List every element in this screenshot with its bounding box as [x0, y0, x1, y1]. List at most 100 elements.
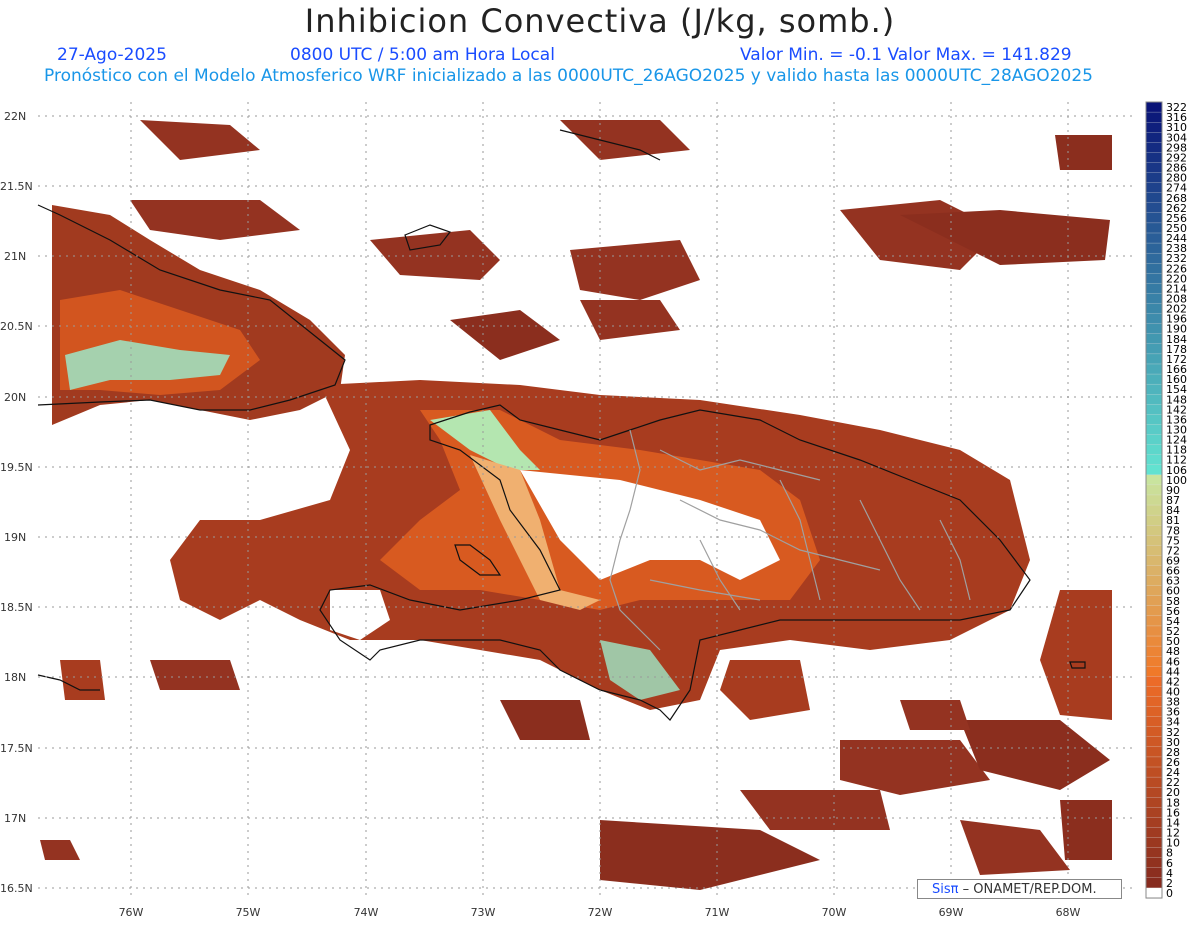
colorbar-swatch [1145, 273, 1163, 285]
colorbar-swatch [1145, 847, 1163, 859]
lon-label: 68W [1056, 906, 1081, 919]
colorbar-swatch [1145, 323, 1163, 335]
lon-label: 69W [939, 906, 964, 919]
lat-label: 17.5N [0, 742, 33, 755]
lat-label: 17N [4, 812, 26, 825]
colorbar-swatch [1145, 192, 1163, 204]
colorbar-swatch [1145, 222, 1163, 234]
lat-label: 21.5N [0, 180, 33, 193]
colorbar-label: 0 [1166, 887, 1173, 900]
colorbar-swatch [1145, 232, 1163, 244]
colorbar-swatch [1145, 162, 1163, 174]
credit-box: Sisπ – ONAMET/REP.DOM. [917, 879, 1122, 899]
colorbar-swatch [1145, 182, 1163, 194]
credit-brand: Sisπ [932, 882, 959, 897]
colorbar-swatch [1145, 877, 1163, 889]
colorbar-swatch [1145, 645, 1163, 657]
colorbar-swatch [1145, 293, 1163, 305]
colorbar-swatch [1145, 797, 1163, 808]
credit-text: – ONAMET/REP.DOM. [958, 882, 1097, 897]
colorbar-swatch [1145, 726, 1163, 738]
colorbar-swatch [1145, 565, 1163, 577]
map-canvas: 22N 21.5N 21N 20.5N 20N 19.5N 19N 18.5N … [0, 101, 1187, 919]
colorbar-swatch [1145, 414, 1163, 426]
colorbar-swatch [1145, 283, 1163, 295]
colorbar-swatch [1145, 514, 1163, 526]
colorbar-swatch [1145, 363, 1163, 375]
lat-label: 22N [4, 110, 26, 123]
colorbar-swatch [1145, 263, 1163, 274]
lon-label: 72W [588, 906, 613, 919]
colorbar-swatch [1145, 837, 1163, 849]
lat-label: 19.5N [0, 461, 33, 474]
colorbar-swatch [1145, 776, 1163, 788]
lon-label: 71W [705, 906, 730, 919]
colorbar-swatch [1145, 787, 1163, 798]
lon-label: 73W [471, 906, 496, 919]
lat-label: 18N [4, 671, 26, 684]
colorbar-swatch [1145, 676, 1163, 688]
colorbar-swatch [1145, 383, 1163, 395]
colorbar-swatch [1145, 686, 1163, 698]
colorbar-swatch [1145, 494, 1163, 506]
colorbar-swatch [1145, 353, 1163, 365]
colorbar-swatch [1145, 242, 1163, 254]
lat-label: 20.5N [0, 320, 33, 333]
latitude-labels: 22N 21.5N 21N 20.5N 20N 19.5N 19N 18.5N … [0, 110, 33, 895]
lat-label: 19N [4, 531, 26, 544]
colorbar-swatch [1145, 887, 1163, 899]
colorbar-swatch [1145, 504, 1163, 516]
colorbar-swatch [1145, 424, 1163, 436]
colorbar-swatch [1145, 635, 1163, 647]
colorbar-swatch [1145, 746, 1163, 758]
colorbar-swatch [1145, 857, 1163, 869]
colorbar-swatch [1145, 202, 1163, 214]
colorbar-swatch [1145, 434, 1163, 446]
colorbar-swatch [1145, 867, 1163, 879]
lon-label: 70W [822, 906, 847, 919]
colorbar-swatch [1145, 827, 1163, 839]
lon-label: 76W [119, 906, 144, 919]
lon-label: 75W [236, 906, 261, 919]
colorbar-swatch [1145, 111, 1163, 123]
colorbar-swatch [1145, 484, 1163, 496]
colorbar-swatch [1145, 575, 1163, 587]
colorbar-swatch [1145, 605, 1163, 617]
colorbar-swatch [1145, 101, 1163, 113]
colorbar-swatch [1145, 807, 1163, 819]
colorbar-swatch [1145, 474, 1163, 486]
colorbar-swatch [1145, 333, 1163, 345]
colorbar-swatch [1145, 716, 1163, 728]
colorbar-swatch [1145, 152, 1163, 164]
colorbar-swatch [1145, 172, 1163, 184]
colorbar-swatch [1145, 696, 1163, 708]
longitude-labels: 76W 75W 74W 73W 72W 71W 70W 69W 68W [119, 906, 1081, 919]
colorbar-swatch [1145, 252, 1163, 264]
colorbar-swatch [1145, 394, 1163, 405]
colorbar-swatch [1145, 595, 1163, 607]
colorbar-swatch [1145, 525, 1163, 536]
lon-label: 74W [354, 906, 379, 919]
colorbar-swatch [1145, 313, 1163, 325]
colorbar-swatch [1145, 444, 1163, 456]
colorbar-swatch [1145, 706, 1163, 718]
colorbar-swatch [1145, 766, 1163, 778]
lat-label: 21N [4, 250, 26, 263]
lat-label: 16.5N [0, 882, 33, 895]
colorbar-swatch [1145, 817, 1163, 829]
colorbar-swatch [1145, 212, 1163, 224]
colorbar-swatch [1145, 736, 1163, 748]
colorbar-swatch [1145, 545, 1163, 557]
colorbar-swatch [1145, 373, 1163, 385]
colorbar-swatch [1145, 303, 1163, 315]
colorbar-swatch [1145, 615, 1163, 627]
colorbar-swatch [1145, 122, 1163, 133]
colorbar-swatch [1145, 464, 1163, 476]
colorbar-swatch [1145, 555, 1163, 567]
colorbar: 3223163103042982922862802742682622562502… [1145, 101, 1187, 900]
colorbar-swatch [1145, 756, 1163, 768]
colorbar-swatch [1145, 404, 1163, 416]
colorbar-swatch [1145, 585, 1163, 597]
lat-label: 20N [4, 391, 26, 404]
colorbar-swatch [1145, 656, 1163, 667]
